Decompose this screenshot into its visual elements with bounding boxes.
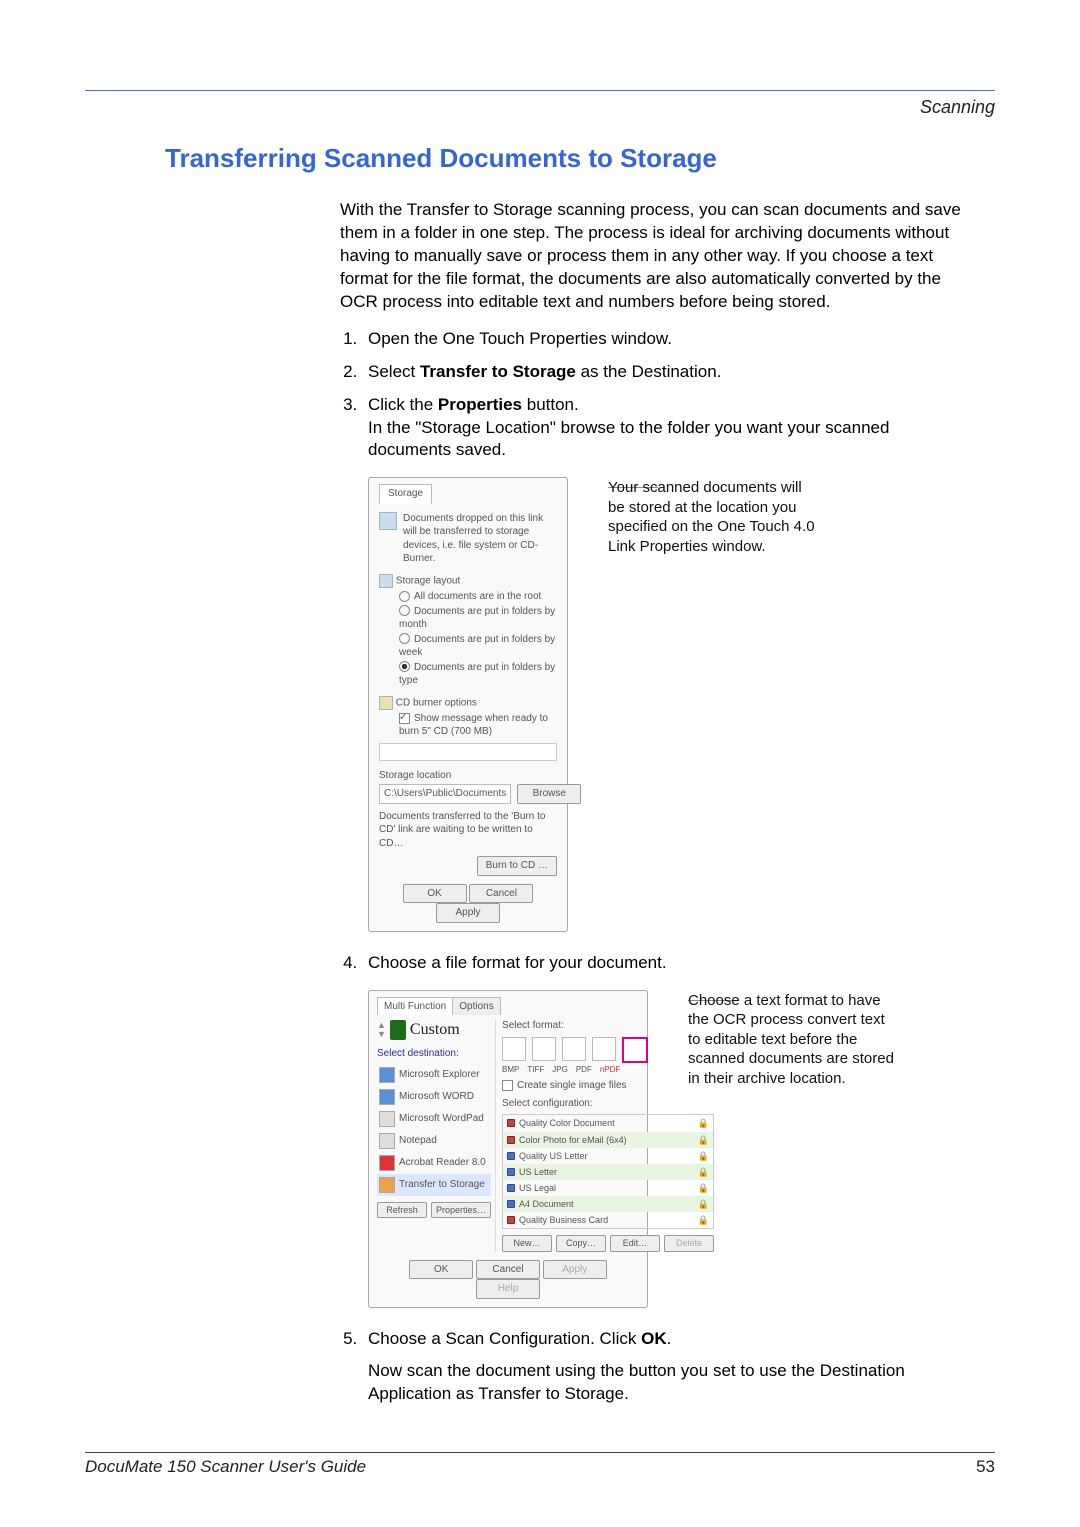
storage-location-label: Storage location (379, 769, 557, 783)
lock-icon: 🔒 (698, 1150, 709, 1162)
browse-button[interactable]: Browse (517, 784, 581, 804)
storage-tab[interactable]: Storage (379, 484, 432, 504)
cancel-button-2[interactable]: Cancel (476, 1260, 540, 1280)
ok-button[interactable]: OK (403, 884, 467, 904)
cfg-us-legal[interactable]: US Legal🔒 (503, 1180, 713, 1196)
figure-storage-dialog: Storage Documents dropped on this link w… (368, 477, 975, 931)
config-list: Quality Color Document🔒 Color Photo for … (502, 1114, 714, 1229)
cfg-quality-color[interactable]: Quality Color Document🔒 (503, 1115, 713, 1131)
drive-icon (379, 512, 397, 530)
tab-options[interactable]: Options (452, 997, 500, 1016)
cfg-a4[interactable]: A4 Document🔒 (503, 1196, 713, 1212)
burn-note: Documents transferred to the 'Burn to CD… (379, 810, 557, 851)
cfg-biz-card[interactable]: Quality Business Card🔒 (503, 1212, 713, 1228)
lock-icon: 🔒 (698, 1117, 709, 1129)
format-names: BMPTIFFJPGPDFnPDF (502, 1065, 714, 1076)
custom-header: ▲▼ Custom (377, 1019, 491, 1041)
page-number: 53 (976, 1457, 995, 1477)
check-show-message[interactable]: Show message when ready to burn 5" CD (7… (399, 712, 559, 739)
properties-button[interactable]: Properties… (431, 1202, 491, 1218)
step-4: Choose a file format for your document. … (362, 952, 975, 1308)
lock-icon: 🔒 (698, 1182, 709, 1194)
cfg-color-photo[interactable]: Color Photo for eMail (6x4)🔒 (503, 1132, 713, 1148)
dest-acrobat[interactable]: Acrobat Reader 8.0 (377, 1152, 491, 1174)
lock-icon: 🔒 (698, 1214, 709, 1226)
edit-button[interactable]: Edit… (610, 1235, 660, 1251)
storage-path-input[interactable]: C:\Users\Public\Documents (379, 784, 511, 804)
lock-icon: 🔒 (698, 1166, 709, 1178)
cd-options-label: CD burner options (379, 696, 557, 710)
radio-week[interactable]: Documents are put in folders by week (399, 633, 559, 660)
copy-button[interactable]: Copy… (556, 1235, 606, 1251)
fmt-jpg-icon[interactable] (562, 1037, 586, 1061)
fmt-npdf-icon[interactable] (622, 1037, 648, 1063)
cfg-quality-us[interactable]: Quality US Letter🔒 (503, 1148, 713, 1164)
figure-onetouch-dialog: Multi FunctionOptions ▲▼ Custom Select d… (368, 990, 975, 1308)
dest-wordpad[interactable]: Microsoft WordPad (377, 1108, 491, 1130)
lock-icon: 🔒 (698, 1198, 709, 1210)
intro-paragraph: With the Transfer to Storage scanning pr… (340, 199, 975, 314)
help-button: Help (476, 1279, 540, 1299)
format-label: Select format: (502, 1019, 714, 1033)
top-rule (85, 90, 995, 91)
step-1-text: Open the One Touch Properties window. (368, 329, 672, 348)
fmt-pdf-icon[interactable] (592, 1037, 616, 1061)
new-button[interactable]: New… (502, 1235, 552, 1251)
check-single-image[interactable]: Create single image files (502, 1079, 714, 1093)
radio-type[interactable]: Documents are put in folders by type (399, 661, 559, 688)
dest-notepad[interactable]: Notepad (377, 1130, 491, 1152)
dest-explorer[interactable]: Microsoft Explorer (377, 1064, 491, 1086)
dest-transfer-storage[interactable]: Transfer to Storage (377, 1174, 491, 1196)
delete-button: Delete (664, 1235, 714, 1251)
dest-label: Select destination: (377, 1047, 491, 1061)
burn-to-cd-button[interactable]: Burn to CD … (477, 856, 557, 876)
cfg-us-letter[interactable]: US Letter🔒 (503, 1164, 713, 1180)
callout-storage: Your scanned documents will be stored at… (608, 478, 818, 556)
radio-root[interactable]: All documents are in the root (399, 590, 559, 604)
tab-multifunction[interactable]: Multi Function (377, 997, 453, 1016)
empty-field (379, 743, 557, 761)
custom-icon (390, 1020, 406, 1040)
footer-title: DocuMate 150 Scanner User's Guide (85, 1457, 366, 1477)
dest-word[interactable]: Microsoft WORD (377, 1086, 491, 1108)
apply-button[interactable]: Apply (436, 903, 500, 923)
lock-icon: 🔒 (698, 1134, 709, 1146)
refresh-button[interactable]: Refresh (377, 1202, 427, 1218)
ok-button-2[interactable]: OK (409, 1260, 473, 1280)
step-3-sub: In the "Storage Location" browse to the … (368, 417, 975, 463)
storage-layout-label: Storage layout (379, 574, 557, 588)
fmt-tiff-icon[interactable] (532, 1037, 556, 1061)
section-heading: Transferring Scanned Documents to Storag… (165, 143, 995, 174)
step-2: Select Transfer to Storage as the Destin… (362, 361, 975, 384)
cancel-button[interactable]: Cancel (469, 884, 533, 904)
radio-month[interactable]: Documents are put in folders by month (399, 605, 559, 632)
fmt-bmp-icon[interactable] (502, 1037, 526, 1061)
cfg-label: Select configuration: (502, 1097, 714, 1111)
step-1: Open the One Touch Properties window. (362, 328, 975, 351)
step-5: Choose a Scan Configuration. Click OK. (362, 1328, 975, 1351)
chapter-label: Scanning (85, 95, 995, 118)
step-3: Click the Properties button. In the "Sto… (362, 394, 975, 932)
apply-button-2: Apply (543, 1260, 607, 1280)
callout-format: Choose a text format to have the OCR pro… (688, 991, 898, 1089)
after-paragraph: Now scan the document using the button y… (368, 1360, 975, 1406)
